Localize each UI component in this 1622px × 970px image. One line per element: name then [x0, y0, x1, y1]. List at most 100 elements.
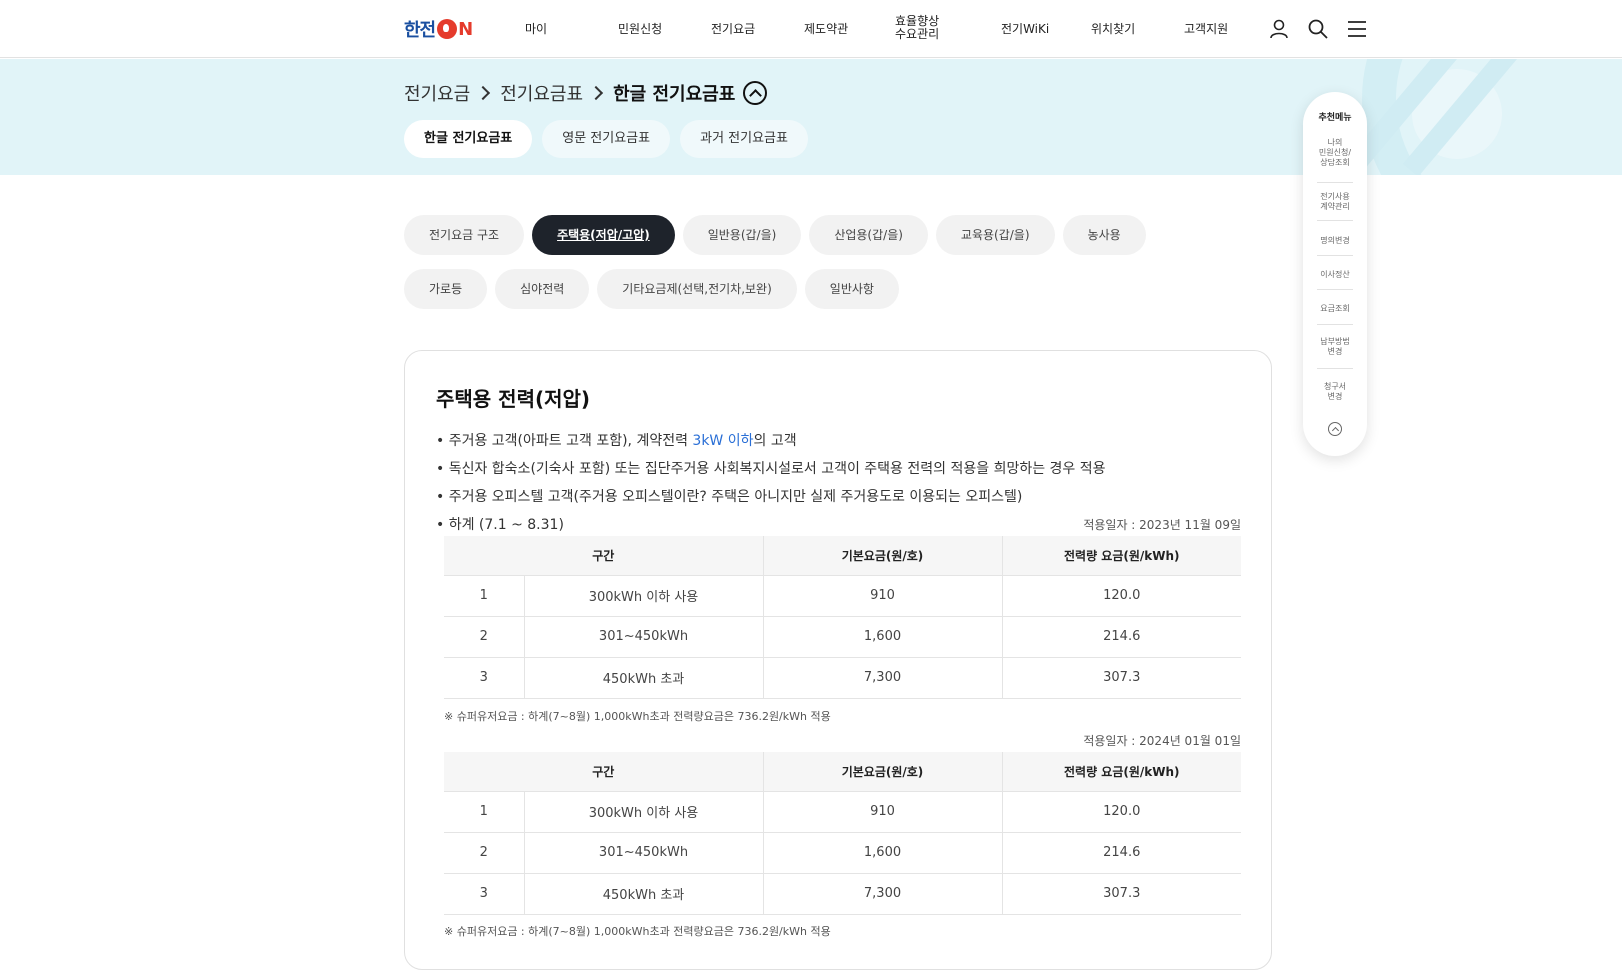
nav-terms[interactable]: 제도약관	[804, 20, 848, 37]
cat-general-info[interactable]: 일반사항	[804, 269, 899, 309]
nav-location[interactable]: 위치찾기	[1091, 20, 1135, 37]
cat-educational[interactable]: 교육용(갑/을)	[935, 215, 1055, 255]
quick-divider	[1317, 324, 1353, 325]
nav-wiki[interactable]: 전기WiKi	[1001, 20, 1049, 37]
nav-electricity-rates[interactable]: 전기요금	[711, 20, 755, 37]
menu-icon[interactable]	[1346, 18, 1368, 40]
cell-tier-no: 1	[444, 790, 524, 832]
cell-tier-range: 300kWh 이하 사용	[523, 790, 763, 832]
breadcrumb-item-rates[interactable]: 전기요금	[404, 80, 470, 106]
cell-energy-charge: 120.0	[1001, 790, 1241, 832]
cat-streetlight[interactable]: 가로등	[404, 269, 488, 309]
table-row: 2 301~450kWh 1,600 214.6	[444, 831, 1241, 873]
cell-base-charge: 1,600	[762, 831, 1002, 873]
col-header-base-charge: 기본요금(원/호)	[762, 536, 1002, 575]
breadcrumb-chevron-icon	[476, 85, 491, 101]
nav-efficiency[interactable]: 효율향상 수요관리	[895, 15, 939, 41]
cell-tier-range: 301~450kWh	[523, 615, 763, 657]
breadcrumb-item-rate-table[interactable]: 전기요금표	[500, 80, 583, 106]
cell-tier-no: 3	[444, 656, 524, 699]
nav-civil-request[interactable]: 민원신청	[618, 20, 662, 37]
quick-item-name-change[interactable]: 명의변경	[1311, 236, 1359, 246]
bullet-highlight: 3kW 이하	[692, 433, 754, 449]
breadcrumb-chevron-icon	[588, 85, 604, 101]
user-icon[interactable]	[1268, 18, 1290, 40]
logo-o-icon	[437, 19, 458, 39]
bullet-text: • 주거용 오피스텔 고객(주거용 오피스텔이란? 주택은 아니지만 실제 주거…	[436, 489, 1023, 505]
quick-item-bill-change[interactable]: 청구서 변경	[1311, 382, 1359, 402]
cell-base-charge: 1,600	[762, 615, 1002, 657]
nav-support[interactable]: 고객지원	[1184, 20, 1228, 37]
table-row: 3 450kWh 초과 7,300 307.3	[444, 656, 1241, 699]
super-user-note: ※ 슈퍼유저요금 : 하계(7~8월) 1,000kWh초과 전력량요금은 73…	[444, 925, 831, 938]
cell-tier-no: 2	[444, 831, 524, 873]
rate-table: 구간 기본요금(원/호) 전력량 요금(원/kWh) 1 300kWh 이하 사…	[444, 536, 1241, 699]
nav-my[interactable]: 마이	[525, 20, 547, 37]
bullet-text: 의 고객	[753, 433, 797, 449]
table-header-row: 구간 기본요금(원/호) 전력량 요금(원/kWh)	[444, 536, 1241, 575]
bullet-item: • 주거용 고객(아파트 고객 포함), 계약전력 3kW 이하의 고객	[436, 427, 1246, 455]
cat-other-plans[interactable]: 기타요금제(선택,전기차,보완)	[597, 269, 797, 309]
cat-industrial[interactable]: 산업용(갑/을)	[809, 215, 928, 255]
subtab-korean-rates[interactable]: 한글 전기요금표	[404, 120, 533, 158]
recommended-menu: 추천메뉴 나의 민원신청/ 상담조회 전기사용 계약관리 명의변경 이사정산 요…	[1303, 92, 1367, 456]
table-row: 2 301~450kWh 1,600 214.6	[444, 615, 1241, 657]
subtab-bar: 한글 전기요금표 영문 전기요금표 과거 전기요금표	[404, 120, 808, 158]
table-row: 1 300kWh 이하 사용 910 120.0	[444, 574, 1241, 616]
bullet-text: • 주거용 고객(아파트 고객 포함), 계약전력	[436, 433, 693, 449]
cat-general[interactable]: 일반용(갑/을)	[682, 215, 802, 255]
cell-tier-range: 450kWh 초과	[523, 656, 763, 699]
section-title: 주택용 전력(저압)	[436, 387, 591, 411]
quick-divider	[1317, 289, 1353, 290]
quick-item-contract[interactable]: 전기사용 계약관리	[1311, 192, 1359, 212]
category-tabs: 전기요금 구조 주택용(저압/고압) 일반용(갑/을) 산업용(갑/을) 교육용…	[404, 215, 1224, 309]
quick-item-payment-method[interactable]: 납부방법 변경	[1311, 337, 1359, 357]
cell-tier-range: 450kWh 초과	[523, 872, 763, 915]
col-header-energy-charge: 전력량 요금(원/kWh)	[1001, 752, 1241, 791]
table-header-row: 구간 기본요금(원/호) 전력량 요금(원/kWh)	[444, 752, 1241, 791]
quick-divider	[1317, 220, 1353, 221]
top-header: 한전 N 마이 민원신청 전기요금 제도약관 효율향상 수요관리 전기WiKi …	[0, 0, 1622, 58]
subtab-english-rates[interactable]: 영문 전기요금표	[542, 120, 671, 158]
rate-table: 구간 기본요금(원/호) 전력량 요금(원/kWh) 1 300kWh 이하 사…	[444, 752, 1241, 915]
table-row: 3 450kWh 초과 7,300 307.3	[444, 872, 1241, 915]
breadcrumb-current: 한글 전기요금표	[613, 84, 736, 105]
cell-tier-no: 1	[444, 574, 524, 616]
subtab-past-rates[interactable]: 과거 전기요금표	[680, 120, 808, 158]
cell-tier-range: 301~450kWh	[523, 831, 763, 873]
table-row: 1 300kWh 이하 사용 910 120.0	[444, 790, 1241, 832]
cell-tier-no: 3	[444, 872, 524, 915]
quick-item-moving[interactable]: 이사정산	[1311, 270, 1359, 280]
apply-date: 적용일자 : 2024년 01월 01일	[1083, 734, 1241, 748]
quick-item-bill-inquiry[interactable]: 요금조회	[1311, 304, 1359, 314]
quick-divider	[1317, 368, 1353, 369]
logo-text: 한전	[404, 20, 436, 41]
cell-tier-no: 2	[444, 615, 524, 657]
col-header-base-charge: 기본요금(원/호)	[762, 752, 1002, 791]
quick-divider	[1317, 255, 1353, 256]
cat-rate-structure[interactable]: 전기요금 구조	[404, 215, 525, 255]
cell-base-charge: 910	[762, 790, 1002, 832]
kepco-logo[interactable]: 한전 N	[404, 17, 473, 42]
bullet-text: • 하계 (7.1 ~ 8.31)	[436, 517, 564, 533]
bullet-text: • 독신자 합숙소(기숙사 포함) 또는 집단주거용 사회복지시설로서 고객이 …	[436, 461, 1106, 477]
bullet-item: • 주거용 오피스텔 고객(주거용 오피스텔이란? 주택은 아니지만 실제 주거…	[436, 483, 1246, 511]
super-user-note: ※ 슈퍼유저요금 : 하계(7~8월) 1,000kWh초과 전력량요금은 73…	[444, 710, 831, 723]
cell-energy-charge: 214.6	[1001, 615, 1241, 657]
quick-menu-title: 추천메뉴	[1318, 113, 1352, 123]
hero-band	[0, 59, 1622, 175]
quick-item-my-requests[interactable]: 나의 민원신청/ 상담조회	[1311, 138, 1359, 168]
collapse-up-icon[interactable]	[743, 81, 768, 105]
col-header-tier: 구간	[444, 752, 763, 791]
col-header-energy-charge: 전력량 요금(원/kWh)	[1001, 536, 1241, 575]
search-icon[interactable]	[1307, 18, 1329, 40]
cell-energy-charge: 307.3	[1001, 656, 1241, 699]
cat-late-night[interactable]: 심야전력	[495, 269, 590, 309]
logo-on: N	[437, 19, 473, 40]
quick-divider	[1317, 182, 1353, 183]
breadcrumb: 전기요금 전기요금표 한글 전기요금표	[404, 80, 768, 106]
cell-base-charge: 910	[762, 574, 1002, 616]
cat-agricultural[interactable]: 농사용	[1062, 215, 1146, 255]
scroll-top-icon[interactable]	[1328, 422, 1342, 436]
cat-residential[interactable]: 주택용(저압/고압)	[532, 215, 675, 255]
